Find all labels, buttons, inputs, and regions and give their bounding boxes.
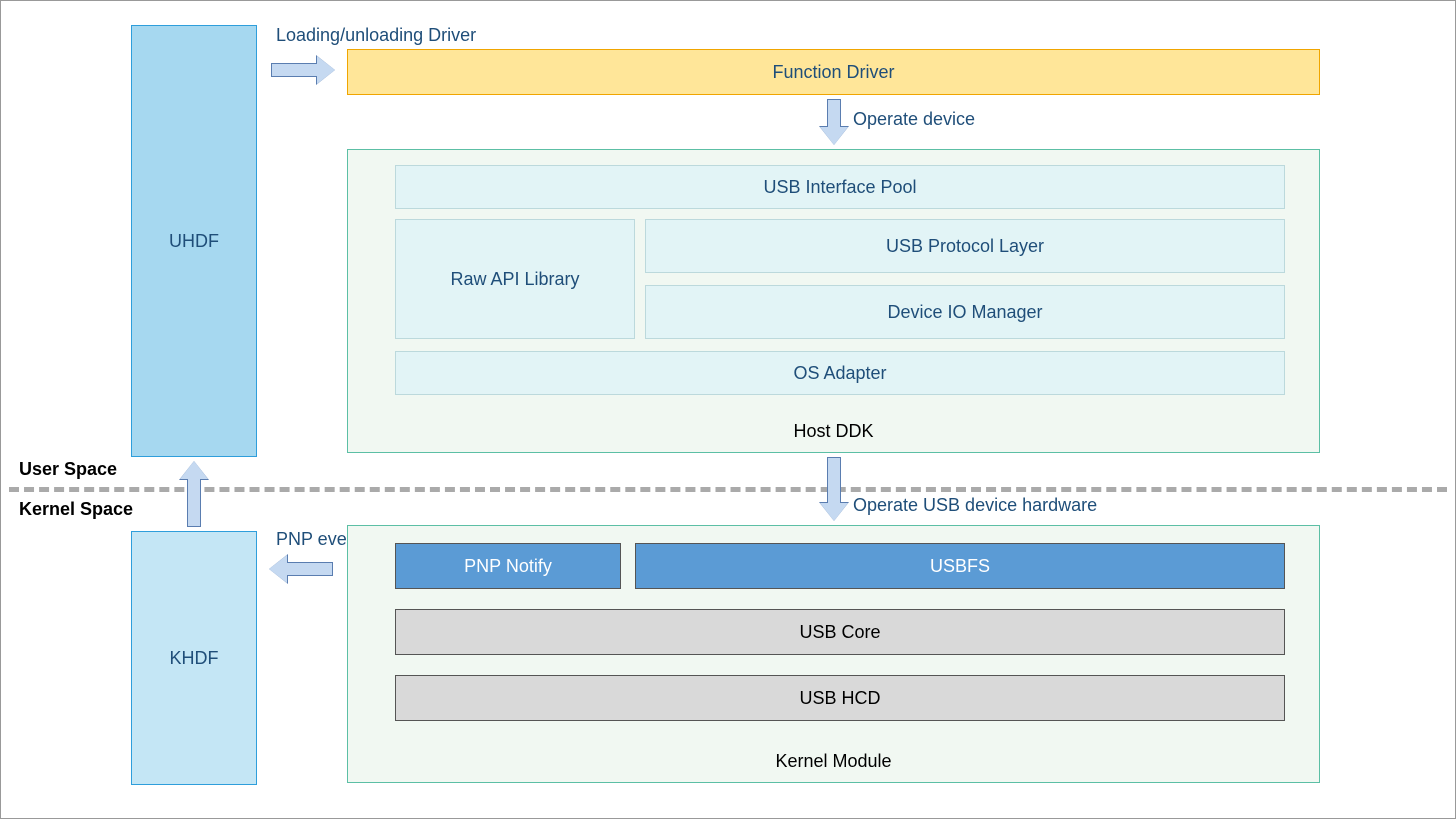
usb-protocol-layer-box: USB Protocol Layer	[645, 219, 1285, 273]
arrow-pnp-event	[269, 555, 333, 583]
pnp-notify-label: PNP Notify	[464, 556, 552, 577]
pnp-notify-box: PNP Notify	[395, 543, 621, 589]
usbfs-label: USBFS	[930, 556, 990, 577]
function-driver-box: Function Driver	[347, 49, 1320, 95]
arrow-function-to-hostddk	[820, 99, 848, 145]
loading-unloading-label: Loading/unloading Driver	[276, 25, 476, 46]
usb-core-box: USB Core	[395, 609, 1285, 655]
diagram-canvas: User Space Kernel Space UHDF KHDF Loadin…	[0, 0, 1456, 819]
device-io-manager-label: Device IO Manager	[887, 302, 1042, 323]
host-ddk-title: Host DDK	[793, 421, 873, 442]
user-space-label: User Space	[19, 459, 117, 480]
usb-hcd-label: USB HCD	[799, 688, 880, 709]
usb-interface-pool-label: USB Interface Pool	[763, 177, 916, 198]
usb-interface-pool-box: USB Interface Pool	[395, 165, 1285, 209]
os-adapter-box: OS Adapter	[395, 351, 1285, 395]
usbfs-box: USBFS	[635, 543, 1285, 589]
raw-api-library-box: Raw API Library	[395, 219, 635, 339]
operate-hardware-label: Operate USB device hardware	[853, 495, 1097, 516]
khdf-label: KHDF	[170, 648, 219, 669]
kernel-space-label: Kernel Space	[19, 499, 133, 520]
uhdf-box: UHDF	[131, 25, 257, 457]
uhdf-label: UHDF	[169, 231, 219, 252]
operate-device-label: Operate device	[853, 109, 975, 130]
function-driver-label: Function Driver	[772, 62, 894, 83]
os-adapter-label: OS Adapter	[793, 363, 886, 384]
raw-api-library-label: Raw API Library	[450, 269, 579, 290]
arrow-khdf-to-uhdf	[180, 461, 208, 527]
usb-protocol-layer-label: USB Protocol Layer	[886, 236, 1044, 257]
kernel-module-title: Kernel Module	[775, 751, 891, 772]
khdf-box: KHDF	[131, 531, 257, 785]
device-io-manager-box: Device IO Manager	[645, 285, 1285, 339]
arrow-hostddk-to-kernel	[820, 457, 848, 521]
usb-hcd-box: USB HCD	[395, 675, 1285, 721]
usb-core-label: USB Core	[799, 622, 880, 643]
arrow-uhdf-to-function-driver	[271, 56, 335, 84]
user-kernel-divider	[9, 487, 1447, 492]
